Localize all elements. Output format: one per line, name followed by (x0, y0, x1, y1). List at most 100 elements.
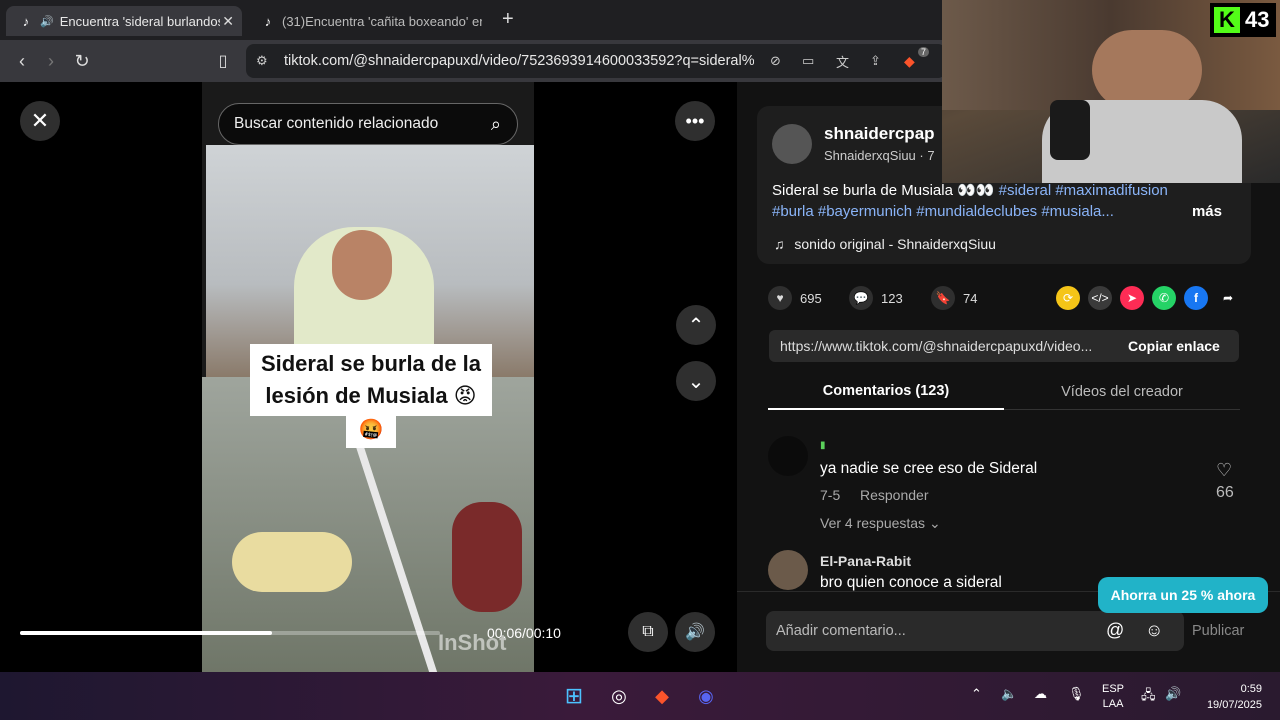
promo-button[interactable]: Ahorra un 25 % ahora (1098, 577, 1268, 613)
tray-volume-icon[interactable]: 🔊 (1165, 686, 1181, 702)
save-count: 74 (963, 290, 978, 306)
link-box: https://www.tiktok.com/@shnaidercpapuxd/… (769, 330, 1239, 362)
caption-line: Sideral se burla de la (260, 351, 482, 376)
comment-text: ya nadie se cree eso de Sideral (820, 460, 1038, 477)
bookmark-icon: 🔖 (931, 286, 955, 310)
next-video-button[interactable]: ⌄ (676, 361, 716, 401)
tab-active[interactable]: ♪ 🔊 Encuentra 'sideral burlandose ✕ (6, 6, 242, 36)
sound-name[interactable]: sonido original - ShnaiderxqSiuu (794, 236, 996, 252)
tray-mic-icon[interactable]: 🎙 (1068, 686, 1085, 702)
clock[interactable]: 0:59 19/07/2025 (1198, 681, 1262, 713)
brave-browser-icon[interactable]: ◆ (646, 680, 678, 712)
windows-start-icon[interactable]: ⊞ (558, 680, 590, 712)
floating-player-icon[interactable]: ⧉ (628, 612, 668, 652)
repost-icon[interactable]: ⟳ (1056, 286, 1080, 310)
heart-icon: ♥ (768, 286, 792, 310)
comment-input[interactable]: Añadir comentario... @ ☺ (766, 611, 1184, 651)
tab-inactive[interactable]: ♪ (31)Encuentra 'cañita boxeando' en T (248, 6, 484, 36)
cast-off-icon[interactable]: ⊘ (770, 53, 781, 69)
tiktok-icon: ♪ (264, 13, 272, 29)
caption-emoji: 🤬 (346, 412, 396, 448)
comment-user[interactable]: El-Pana-Rabit (820, 553, 911, 569)
music-note-icon: ♫ (774, 236, 785, 252)
brave-shield-icon[interactable]: ◆ (904, 53, 915, 70)
related-search-placeholder[interactable]: Buscar contenido relacionado (234, 115, 438, 133)
comment-count: 123 (881, 290, 903, 306)
tiktok-icon: ♪ (22, 13, 30, 29)
url-bar[interactable]: ⚙ tiktok.com/@shnaidercpapuxd/video/7523… (246, 44, 946, 78)
hashtags[interactable]: #sideral #maximadifusion (999, 182, 1168, 199)
embed-icon[interactable]: </> (1088, 286, 1112, 310)
forward-icon[interactable]: › (38, 48, 64, 74)
avatar[interactable] (768, 550, 808, 590)
whatsapp-icon[interactable]: ✆ (1152, 286, 1176, 310)
obs-icon[interactable]: ◎ (603, 680, 635, 712)
emoji-icon[interactable]: ☺ (1145, 620, 1163, 641)
author-handle[interactable]: ShnaiderxqSiuu · 7 (824, 148, 935, 163)
video-player: ✕ InShot Buscar contenido relacionado ⌕ … (0, 82, 737, 672)
send-icon[interactable]: ➤ (1120, 286, 1144, 310)
install-app-icon[interactable]: ▭ (802, 53, 814, 69)
clock-time: 0:59 (1240, 683, 1262, 695)
previous-video-button[interactable]: ⌃ (676, 305, 716, 345)
language-indicator[interactable]: ESP LAA (1102, 682, 1124, 712)
publish-button[interactable]: Publicar (1192, 623, 1244, 639)
extension-badge: 7 (918, 47, 930, 57)
author-avatar[interactable] (772, 124, 812, 164)
close-player-button[interactable]: ✕ (20, 101, 60, 141)
comment-placeholder[interactable]: Añadir comentario... (776, 623, 906, 639)
share-page-icon[interactable]: ⇪ (870, 53, 881, 69)
search-icon[interactable]: ⌕ (491, 114, 501, 135)
kick-viewer-badge: K 43 (1210, 3, 1276, 37)
lang-line1: ESP (1102, 683, 1125, 695)
site-info-icon[interactable]: ⚙ (256, 53, 268, 69)
tray-network-icon[interactable]: 🖧 (1141, 686, 1156, 708)
discord-icon[interactable]: ◉ (690, 680, 722, 712)
video-head (332, 230, 392, 300)
video-link[interactable]: https://www.tiktok.com/@shnaidercpapuxd/… (780, 338, 1092, 354)
comment-icon: 💬 (849, 286, 873, 310)
comment-like-count: 66 (1216, 484, 1234, 501)
comment-user[interactable]: ▮ (820, 440, 826, 451)
comment-action[interactable]: 💬 123 (849, 286, 903, 310)
tab-comments[interactable]: Comentarios (123) (768, 374, 1004, 410)
reply-button[interactable]: Responder (860, 487, 929, 503)
reload-icon[interactable]: ↻ (69, 48, 95, 74)
webcam-mic (1050, 100, 1090, 160)
volume-icon[interactable]: 🔊 (675, 612, 715, 652)
mention-icon[interactable]: @ (1106, 620, 1124, 641)
share-arrow-icon[interactable]: ➦ (1216, 286, 1240, 310)
url-text[interactable]: tiktok.com/@shnaidercpapuxd/video/752369… (284, 53, 754, 69)
translate-icon[interactable]: 文 (836, 52, 849, 71)
progress-bar[interactable] (20, 631, 440, 635)
view-replies-link[interactable]: Ver 4 respuestas ⌄ (820, 515, 941, 532)
save-action[interactable]: 🔖 74 (931, 286, 977, 310)
sound-row[interactable]: ♫ sonido original - ShnaiderxqSiuu (774, 236, 996, 252)
new-tab-button[interactable]: + (502, 8, 514, 31)
tray-chevron-icon[interactable]: ⌃ (971, 686, 982, 702)
tab-title: Encuentra 'sideral burlandose (59, 13, 220, 29)
like-action[interactable]: ♥ 695 (768, 286, 822, 310)
more-options-button[interactable]: ••• (675, 101, 715, 141)
tray-cloud-icon[interactable]: ☁ (1034, 686, 1047, 702)
tray-audio-icon[interactable]: 🔈 (1001, 686, 1017, 702)
bookmark-icon[interactable]: ▯ (210, 48, 236, 74)
related-search-box[interactable]: Buscar contenido relacionado ⌕ (218, 103, 518, 145)
copy-link-button[interactable]: Copiar enlace (1128, 338, 1220, 354)
progress-fill (20, 631, 272, 635)
tab-creator-videos[interactable]: Vídeos del creador (1004, 374, 1240, 410)
facebook-icon[interactable]: f (1184, 286, 1208, 310)
clock-date: 19/07/2025 (1206, 699, 1262, 711)
player-red (452, 502, 522, 612)
more-link[interactable]: más (1192, 201, 1222, 222)
hashtags[interactable]: #burla #bayermunich #mundialdeclubes #mu… (772, 203, 1114, 220)
close-tab-icon[interactable]: ✕ (222, 13, 234, 30)
speaker-icon: 🔊 (40, 15, 54, 28)
view-replies-label[interactable]: Ver 4 respuestas (820, 515, 925, 531)
comment-text: bro quien conoce a sideral (820, 574, 1002, 591)
comment-like-icon[interactable]: ♡ (1216, 460, 1232, 481)
back-icon[interactable]: ‹ (9, 48, 35, 74)
avatar[interactable] (768, 436, 808, 476)
author-username[interactable]: shnaidercpap (824, 124, 935, 144)
comment-date: 7-5 (820, 487, 841, 503)
